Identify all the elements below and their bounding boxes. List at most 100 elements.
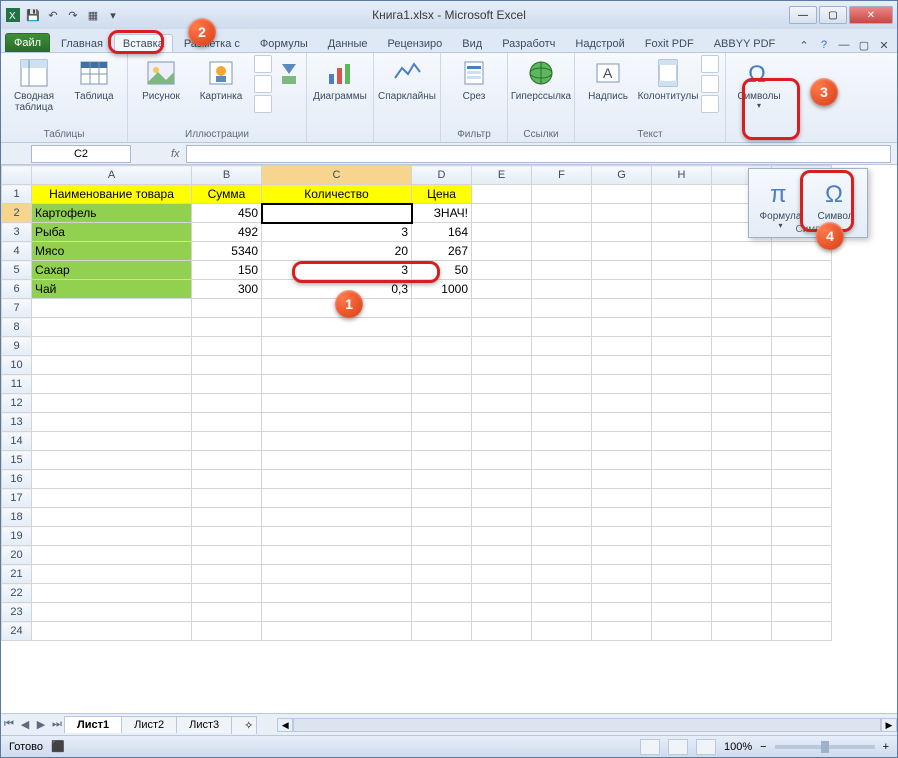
sheet-nav-last[interactable]: ⏭ [49, 718, 65, 731]
cell[interactable] [712, 565, 772, 584]
cell[interactable] [532, 451, 592, 470]
tab-data[interactable]: Данные [319, 34, 377, 52]
colhead-G[interactable]: G [592, 166, 652, 185]
tab-review[interactable]: Рецензиро [379, 34, 452, 52]
cell[interactable] [412, 432, 472, 451]
sheet-new-icon[interactable]: ✧ [231, 716, 257, 734]
equation-button[interactable]: πФормула▾ [755, 175, 806, 231]
zoom-slider[interactable] [775, 745, 875, 749]
cell[interactable] [652, 223, 712, 242]
save-icon[interactable]: 💾 [25, 7, 41, 23]
view-normal-icon[interactable] [640, 739, 660, 755]
cell[interactable] [592, 470, 652, 489]
rowhead[interactable]: 11 [2, 375, 32, 394]
cell[interactable] [32, 413, 192, 432]
cell[interactable] [262, 394, 412, 413]
cell-B3[interactable]: 492 [192, 223, 262, 242]
cell[interactable] [472, 375, 532, 394]
sheet-nav-prev[interactable]: ◀ [17, 718, 33, 731]
cell[interactable] [262, 508, 412, 527]
rowhead[interactable]: 12 [2, 394, 32, 413]
rowhead-4[interactable]: 4 [2, 242, 32, 261]
cell[interactable] [772, 584, 832, 603]
shapes-etc[interactable] [254, 55, 272, 113]
cell-A5[interactable]: Сахар [32, 261, 192, 280]
cell[interactable] [592, 185, 652, 204]
cell[interactable] [772, 470, 832, 489]
rowhead-3[interactable]: 3 [2, 223, 32, 242]
tab-developer[interactable]: Разработч [493, 34, 564, 52]
close-button[interactable]: ✕ [849, 6, 893, 24]
tab-abbyy[interactable]: ABBYY PDF [705, 34, 785, 52]
cell[interactable] [32, 603, 192, 622]
zoom-out-icon[interactable]: − [760, 741, 766, 753]
cell[interactable] [532, 242, 592, 261]
cell[interactable] [652, 185, 712, 204]
cell[interactable] [412, 451, 472, 470]
cell[interactable] [592, 204, 652, 223]
cell[interactable] [532, 185, 592, 204]
cell[interactable] [772, 622, 832, 641]
cell[interactable] [262, 603, 412, 622]
cell[interactable] [32, 584, 192, 603]
cell[interactable] [712, 375, 772, 394]
cell[interactable] [262, 413, 412, 432]
cell[interactable] [262, 565, 412, 584]
cell[interactable] [32, 565, 192, 584]
cell[interactable] [472, 204, 532, 223]
cell[interactable] [472, 318, 532, 337]
cell[interactable] [772, 394, 832, 413]
cell[interactable] [32, 527, 192, 546]
sheet-tab-2[interactable]: Лист2 [121, 716, 177, 733]
hscroll-right[interactable]: ▶ [881, 718, 897, 732]
doc-min-icon[interactable]: — [837, 38, 851, 52]
cell[interactable] [592, 584, 652, 603]
select-all[interactable] [2, 166, 32, 185]
colhead-B[interactable]: B [192, 166, 262, 185]
cell[interactable] [712, 470, 772, 489]
cell[interactable] [772, 413, 832, 432]
cell[interactable] [32, 318, 192, 337]
smartart-icon[interactable] [254, 75, 272, 93]
cell[interactable] [192, 470, 262, 489]
cell[interactable] [592, 527, 652, 546]
redo-icon[interactable]: ↷ [65, 7, 81, 23]
cell[interactable] [712, 337, 772, 356]
cell[interactable] [472, 185, 532, 204]
cell-C5[interactable]: 3 [262, 261, 412, 280]
cell[interactable] [592, 299, 652, 318]
table-button[interactable]: Таблица [67, 55, 121, 102]
cell[interactable] [472, 337, 532, 356]
cell[interactable] [532, 394, 592, 413]
cell[interactable] [772, 432, 832, 451]
cell[interactable] [652, 622, 712, 641]
rowhead-5[interactable]: 5 [2, 261, 32, 280]
colhead-F[interactable]: F [532, 166, 592, 185]
rowhead-6[interactable]: 6 [2, 280, 32, 299]
cell[interactable] [712, 546, 772, 565]
cell[interactable] [32, 470, 192, 489]
cell[interactable] [712, 356, 772, 375]
cell[interactable] [592, 622, 652, 641]
cell[interactable] [192, 546, 262, 565]
cell[interactable] [652, 508, 712, 527]
picture-button[interactable]: Рисунок [134, 55, 188, 102]
cell-B1[interactable]: Сумма [192, 185, 262, 204]
tab-formulas[interactable]: Формулы [251, 34, 317, 52]
cell[interactable] [592, 489, 652, 508]
rowhead[interactable]: 23 [2, 603, 32, 622]
cell[interactable] [32, 337, 192, 356]
rowhead[interactable]: 20 [2, 546, 32, 565]
tab-view[interactable]: Вид [453, 34, 491, 52]
cell[interactable] [472, 565, 532, 584]
cell[interactable] [472, 508, 532, 527]
cell[interactable] [472, 489, 532, 508]
maximize-button[interactable]: ▢ [819, 6, 847, 24]
cell[interactable] [192, 489, 262, 508]
cell[interactable] [652, 242, 712, 261]
undo-icon[interactable]: ↶ [45, 7, 61, 23]
cell[interactable] [32, 432, 192, 451]
cell[interactable] [412, 489, 472, 508]
cell[interactable] [532, 508, 592, 527]
tab-addins[interactable]: Надстрой [566, 34, 633, 52]
